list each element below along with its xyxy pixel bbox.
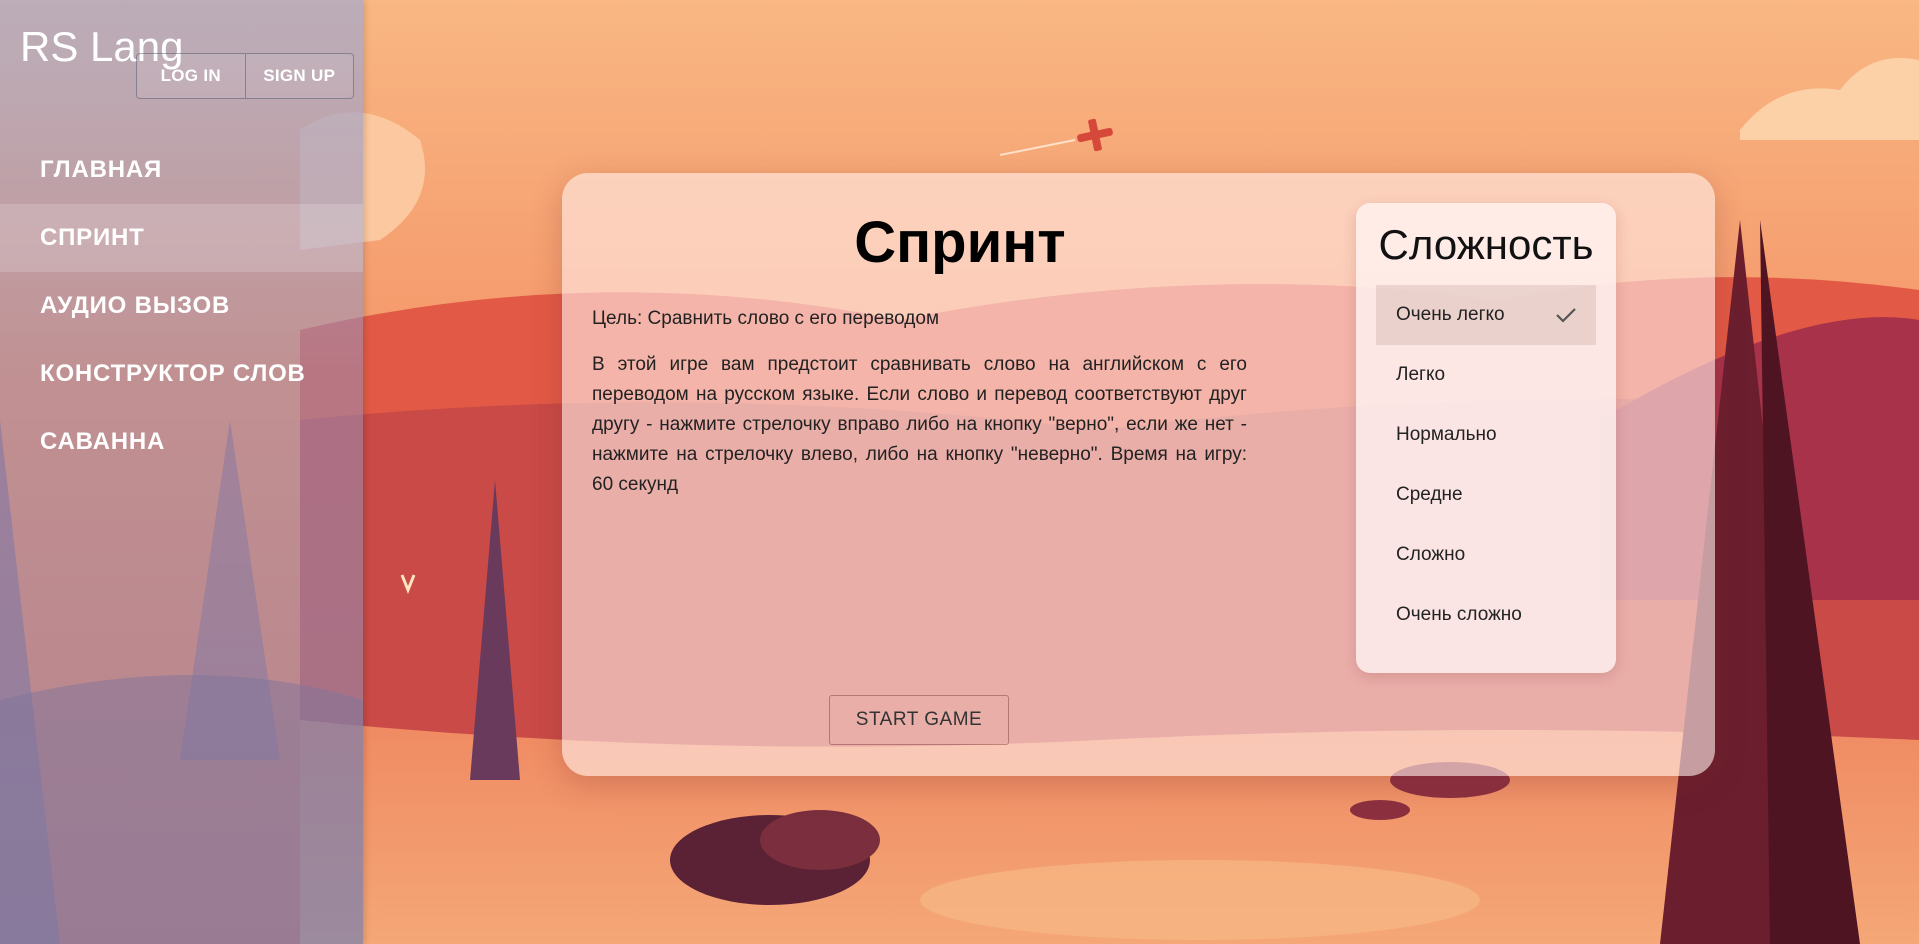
nav-item-sprint[interactable]: СПРИНТ: [0, 204, 363, 272]
nav-item-main[interactable]: ГЛАВНАЯ: [0, 136, 363, 204]
main-nav: ГЛАВНАЯ СПРИНТ АУДИО ВЫЗОВ КОНСТРУКТОР С…: [0, 136, 363, 476]
game-card: Спринт Цель: Сравнить слово с его перево…: [562, 173, 1715, 776]
page-title: Спринт: [854, 210, 1066, 275]
difficulty-options: Очень легко Легко Нормально Средне Сложн…: [1376, 285, 1596, 645]
difficulty-option-very-hard[interactable]: Очень сложно: [1376, 585, 1596, 645]
difficulty-option-medium[interactable]: Средне: [1376, 465, 1596, 525]
nav-item-word-builder[interactable]: КОНСТРУКТОР СЛОВ: [0, 340, 363, 408]
game-description: В этой игре вам предстоит сравнивать сло…: [592, 354, 1247, 495]
difficulty-option-very-easy[interactable]: Очень легко: [1376, 285, 1596, 345]
difficulty-option-label: Очень сложно: [1396, 604, 1522, 625]
login-button[interactable]: LOG IN: [137, 54, 245, 98]
difficulty-option-normal[interactable]: Нормально: [1376, 405, 1596, 465]
difficulty-option-hard[interactable]: Сложно: [1376, 525, 1596, 585]
auth-buttons: LOG IN SIGN UP: [136, 53, 354, 99]
difficulty-title: Сложность: [1378, 221, 1594, 268]
sidebar: RS Lang LOG IN SIGN UP ГЛАВНАЯ СПРИНТ АУ…: [0, 0, 363, 944]
nav-item-audio-challenge[interactable]: АУДИО ВЫЗОВ: [0, 272, 363, 340]
difficulty-option-label: Легко: [1396, 364, 1446, 385]
difficulty-option-label: Нормально: [1396, 424, 1497, 445]
difficulty-option-label: Очень легко: [1396, 304, 1505, 325]
start-game-button[interactable]: START GAME: [829, 695, 1009, 745]
game-goal: Цель: Сравнить слово с его переводом: [592, 308, 940, 329]
difficulty-option-easy[interactable]: Легко: [1376, 345, 1596, 405]
difficulty-menu: Сложность Очень легко Легко Нормально Ср…: [1356, 203, 1616, 673]
difficulty-option-label: Сложно: [1396, 544, 1466, 565]
difficulty-option-label: Средне: [1396, 484, 1463, 505]
check-icon: [1556, 308, 1576, 323]
signup-button[interactable]: SIGN UP: [244, 54, 354, 98]
nav-item-savanna[interactable]: САВАННА: [0, 408, 363, 476]
